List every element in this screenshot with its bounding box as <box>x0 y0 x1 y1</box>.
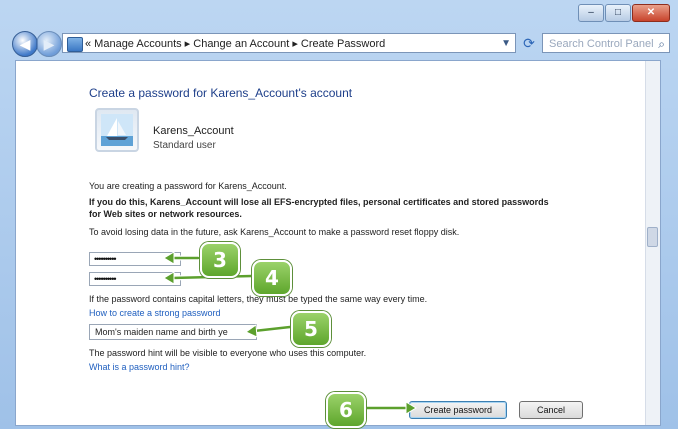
password-hint-field[interactable]: Mom's maiden name and birth ye <box>89 324 257 340</box>
new-password-field[interactable]: •••••••••• <box>89 252 181 266</box>
account-picture <box>95 108 139 152</box>
callout-badge-6: 6 <box>326 392 366 428</box>
cancel-button[interactable]: Cancel <box>519 401 583 419</box>
control-panel-window: – □ ✕ ◀ ▶ « Manage Accounts ▸ Change an … <box>0 0 678 429</box>
strong-password-link[interactable]: How to create a strong password <box>89 308 221 318</box>
maximize-button[interactable]: □ <box>605 4 631 22</box>
warning-text-1: If you do this, Karens_Account will lose… <box>89 197 549 207</box>
control-panel-icon <box>67 37 83 52</box>
address-bar: ◀ ▶ « Manage Accounts ▸ Change an Accoun… <box>0 28 678 60</box>
create-password-button[interactable]: Create password <box>409 401 507 419</box>
scrollbar[interactable] <box>645 61 660 425</box>
minimize-button[interactable]: – <box>578 4 604 22</box>
search-placeholder: Search Control Panel <box>549 38 654 50</box>
callout-badge-3: 3 <box>200 242 240 278</box>
info-text: You are creating a password for Karens_A… <box>89 181 287 191</box>
account-name: Karens_Account <box>153 125 234 137</box>
password-hint-link[interactable]: What is a password hint? <box>89 362 190 372</box>
breadcrumb[interactable]: « Manage Accounts ▸ Change an Account ▸ … <box>62 33 516 53</box>
close-button[interactable]: ✕ <box>632 4 670 22</box>
back-arrow-icon[interactable]: ◀ <box>12 31 38 57</box>
chevron-down-icon[interactable]: ▼ <box>501 34 511 54</box>
page-title: Create a password for Karens_Account's a… <box>89 86 353 100</box>
forward-arrow-icon[interactable]: ▶ <box>36 31 62 57</box>
title-bar: – □ ✕ <box>0 0 678 28</box>
confirm-password-field[interactable]: •••••••••• <box>89 272 181 286</box>
search-icon[interactable]: ⌕ <box>658 34 665 54</box>
warning-text-2: for Web sites or network resources. <box>89 209 242 219</box>
main-content: Create a password for Karens_Account's a… <box>15 60 661 426</box>
search-input[interactable]: Search Control Panel ⌕ <box>542 33 670 53</box>
sailboat-icon <box>101 114 133 146</box>
callout-badge-5: 5 <box>291 311 331 347</box>
scroll-thumb[interactable] <box>647 227 658 247</box>
refresh-icon[interactable]: ⟳ <box>520 33 538 53</box>
window-controls: – □ ✕ <box>577 4 670 22</box>
reset-disk-text: To avoid losing data in the future, ask … <box>89 227 460 237</box>
account-type: Standard user <box>153 140 216 151</box>
hint-note: The password hint will be visible to eve… <box>89 348 367 358</box>
breadcrumb-path: « Manage Accounts ▸ Change an Account ▸ … <box>85 38 386 50</box>
callout-badge-4: 4 <box>252 260 292 296</box>
